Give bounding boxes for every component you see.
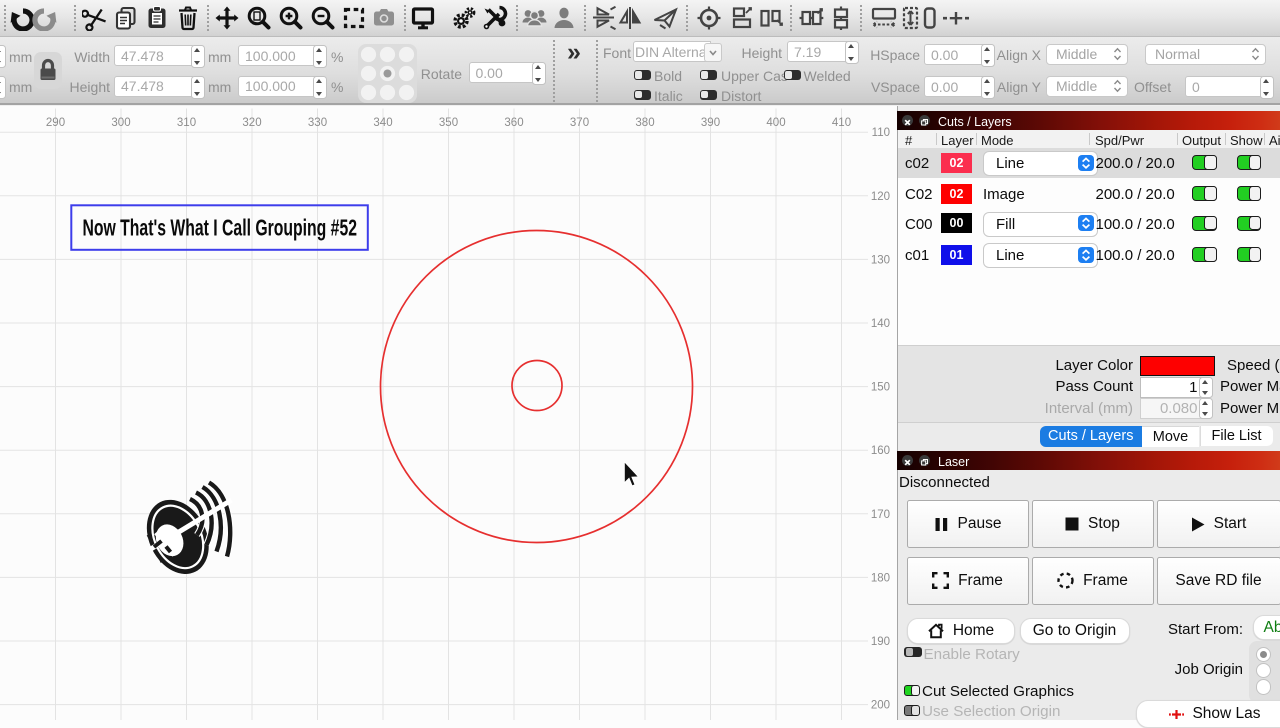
- svg-text:370: 370: [570, 117, 589, 129]
- svg-text:120: 120: [871, 191, 890, 203]
- svg-text:340: 340: [373, 117, 392, 129]
- svg-text:410: 410: [832, 117, 851, 129]
- svg-text:190: 190: [871, 636, 890, 648]
- svg-text:330: 330: [308, 117, 327, 129]
- svg-text:150: 150: [871, 382, 890, 394]
- svg-text:380: 380: [635, 117, 654, 129]
- svg-text:110: 110: [872, 127, 890, 139]
- svg-text:290: 290: [46, 117, 65, 129]
- svg-text:Now That's What I Call Groupin: Now That's What I Call Grouping #52: [83, 215, 358, 241]
- svg-text:310: 310: [177, 117, 196, 129]
- svg-text:390: 390: [701, 117, 720, 129]
- svg-text:300: 300: [111, 117, 130, 129]
- svg-text:170: 170: [871, 509, 890, 521]
- svg-text:130: 130: [871, 254, 890, 266]
- svg-text:140: 140: [871, 318, 890, 330]
- svg-text:160: 160: [871, 445, 890, 457]
- svg-text:320: 320: [242, 117, 261, 129]
- svg-text:200: 200: [871, 700, 890, 712]
- svg-text:180: 180: [871, 572, 890, 584]
- svg-text:350: 350: [439, 117, 458, 129]
- svg-text:400: 400: [766, 117, 785, 129]
- svg-text:360: 360: [504, 117, 523, 129]
